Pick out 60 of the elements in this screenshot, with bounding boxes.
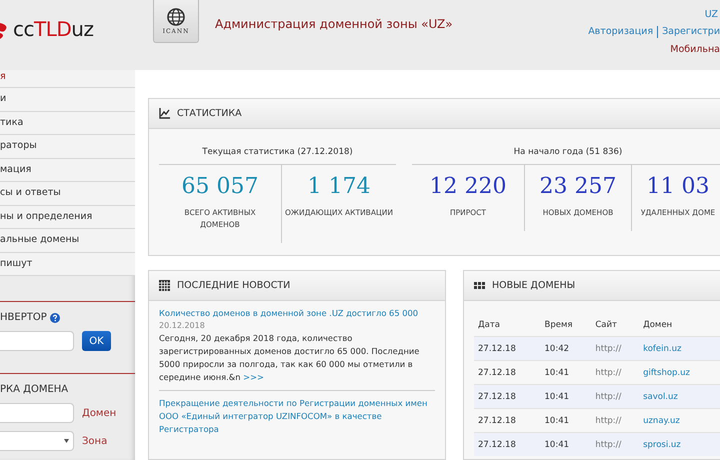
table-cell: http://	[591, 384, 640, 408]
header-link[interactable]: Авторизация	[588, 26, 654, 38]
section-title: НВЕРТОР	[0, 312, 47, 323]
site-title: Администрация доменной зоны «UZ»	[215, 17, 453, 33]
header-link[interactable]: Зарегистри	[662, 26, 720, 38]
table-cell: http://	[591, 432, 640, 456]
input-field[interactable]	[0, 331, 74, 351]
caret-icon	[64, 439, 69, 443]
menu-item[interactable]: ны и определения	[0, 206, 135, 229]
column-header: Время	[540, 313, 592, 336]
stat-value: 11 03	[646, 174, 710, 199]
chart-icon	[159, 108, 170, 119]
table-cell: 27.12.18	[474, 336, 541, 360]
table-cell: 10:41	[540, 384, 592, 408]
calendar-icon	[159, 280, 170, 291]
domain-input-field[interactable]	[0, 403, 74, 423]
menu-item[interactable]: и	[0, 88, 135, 112]
menu-item[interactable]: я	[0, 70, 135, 88]
menu-item[interactable]: сы и ответы	[0, 182, 135, 206]
menu-item[interactable]: тика	[0, 112, 135, 135]
language-link[interactable]: UZ	[704, 9, 720, 20]
stat-value: 12 220	[430, 174, 506, 199]
panel-title: ПОСЛЕДНИЕ НОВОСТИ	[177, 280, 290, 291]
column-header: Сайт	[591, 313, 640, 336]
panel-title: СТАТИСТИКА	[177, 108, 242, 119]
column-header: Дата	[474, 313, 541, 336]
stat-value: 65 057	[182, 174, 258, 199]
zone-select[interactable]	[0, 431, 74, 451]
field-label: Зона	[82, 436, 108, 446]
read-more-link[interactable]: >>>	[243, 372, 264, 382]
table-cell: 10:42	[540, 336, 592, 360]
stat-caption: Текущая статистика (27.12.2018)	[159, 147, 396, 165]
news-date: 20.12.2018	[159, 320, 206, 332]
table-cell: 27.12.18	[474, 384, 541, 408]
domain-link[interactable]: sprosi.uz	[639, 432, 720, 456]
domain-link[interactable]: kofein.uz	[639, 336, 720, 360]
site-logo[interactable]: ccTLDuz	[13, 17, 94, 41]
news-headline[interactable]: Количество доменов в доменной зоне .UZ достигло 65 000	[159, 307, 435, 320]
ok-button[interactable]: OK	[82, 331, 111, 351]
domain-link[interactable]: savol.uz	[639, 384, 720, 408]
help-icon[interactable]	[50, 312, 60, 322]
stat-value: 23 257	[540, 174, 616, 199]
stat-value: 1 174	[308, 174, 370, 199]
stat-caption: На начало года (51 836)	[412, 147, 720, 165]
section-title: РКА ДОМЕНА	[0, 384, 68, 395]
menu-item[interactable]: альные домены	[0, 229, 135, 252]
panel-title: НОВЫЕ ДОМЕНЫ	[492, 280, 576, 291]
menu-item[interactable]: пишут	[0, 252, 135, 276]
menu-item[interactable]: мация	[0, 158, 135, 182]
table-cell: 10:41	[540, 432, 592, 456]
table-cell: http://	[591, 336, 640, 360]
field-label: Домен	[82, 408, 116, 418]
news-text: Сегодня, 20 декабря 2018 года, количество зарегистрированных доменов достигло 65 000. Последние 5000 приросли за полгода, так как 60 000 мы отметили в середине июня.&n >>>	[159, 332, 420, 384]
mobile-link[interactable]: Мобильна	[670, 44, 720, 55]
column-header: Домен	[639, 313, 720, 336]
menu-item[interactable]: раторы	[0, 135, 135, 158]
table-cell: 27.12.18	[474, 432, 541, 456]
globe-icon	[166, 7, 186, 27]
grid-icon	[474, 280, 485, 291]
news-headline[interactable]: Прекращение деятельности по Регистрации доменных имен ООО «Единый интегратор UZINFOCOM» в качестве Регистратора	[159, 397, 435, 436]
